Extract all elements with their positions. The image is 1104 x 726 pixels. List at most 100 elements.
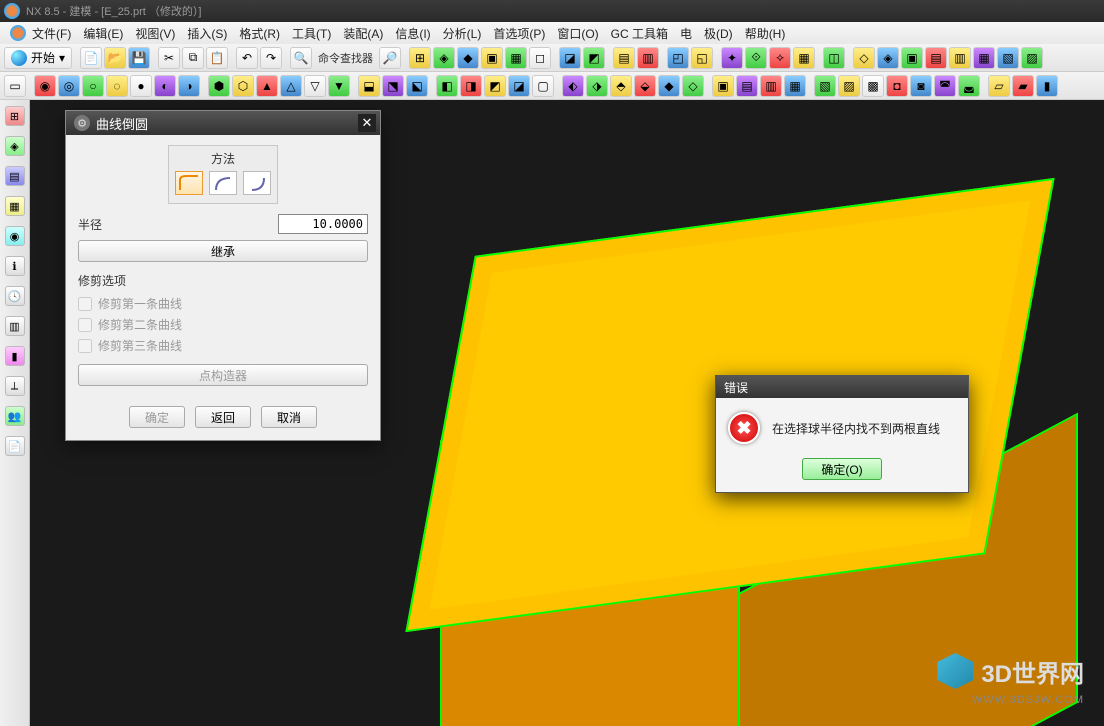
side-feature-icon[interactable]: ⊞ <box>5 106 25 126</box>
t2-39[interactable]: ◛ <box>958 75 980 97</box>
t2-29[interactable]: ▣ <box>712 75 734 97</box>
menu-tools[interactable]: 工具(T) <box>286 25 337 42</box>
t2-27[interactable]: ◆ <box>658 75 680 97</box>
t2-19[interactable]: ◨ <box>460 75 482 97</box>
t2-10[interactable]: ⬡ <box>232 75 254 97</box>
menu-info[interactable]: 信息(I) <box>389 25 436 42</box>
tb-g5[interactable]: ▥ <box>949 47 971 69</box>
tb-b2[interactable]: ◩ <box>583 47 605 69</box>
t2-38[interactable]: ◚ <box>934 75 956 97</box>
menu-file[interactable]: 文件(F) <box>26 25 77 42</box>
t2-7[interactable]: ◐ <box>154 75 176 97</box>
t2-37[interactable]: ◙ <box>910 75 932 97</box>
cancel-button[interactable]: 取消 <box>261 406 317 428</box>
t2-24[interactable]: ⬗ <box>586 75 608 97</box>
tb-e3[interactable]: ⟡ <box>769 47 791 69</box>
t2-40[interactable]: ▱ <box>988 75 1010 97</box>
tb-a4[interactable]: ▣ <box>481 47 503 69</box>
undo-icon[interactable]: ↶ <box>236 47 258 69</box>
t2-26[interactable]: ⬙ <box>634 75 656 97</box>
side-doc-icon[interactable]: 📄 <box>5 436 25 456</box>
t2-42[interactable]: ▮ <box>1036 75 1058 97</box>
menu-view[interactable]: 视图(V) <box>129 25 181 42</box>
method-arc2-icon[interactable] <box>209 171 237 195</box>
tb-e4[interactable]: ▦ <box>793 47 815 69</box>
menu-assembly[interactable]: 装配(A) <box>337 25 389 42</box>
redo-icon[interactable]: ↷ <box>260 47 282 69</box>
t2-5[interactable]: ◌ <box>106 75 128 97</box>
t2-34[interactable]: ▨ <box>838 75 860 97</box>
menu-help[interactable]: 帮助(H) <box>739 25 792 42</box>
new-file-icon[interactable]: 📄 <box>80 47 102 69</box>
tb-e2[interactable]: ⟐ <box>745 47 767 69</box>
t2-25[interactable]: ⬘ <box>610 75 632 97</box>
tb-d2[interactable]: ◱ <box>691 47 713 69</box>
menu-prefs[interactable]: 首选项(P) <box>487 25 551 42</box>
tb-g2[interactable]: ◈ <box>877 47 899 69</box>
method-fillet-icon[interactable] <box>175 171 203 195</box>
tb-c2[interactable]: ▥ <box>637 47 659 69</box>
t2-23[interactable]: ⬖ <box>562 75 584 97</box>
tb-d1[interactable]: ◰ <box>667 47 689 69</box>
t2-28[interactable]: ◇ <box>682 75 704 97</box>
side-table-icon[interactable]: ▥ <box>5 316 25 336</box>
t2-35[interactable]: ▩ <box>862 75 884 97</box>
t2-21[interactable]: ◪ <box>508 75 530 97</box>
t2-33[interactable]: ▧ <box>814 75 836 97</box>
tb-g4[interactable]: ▤ <box>925 47 947 69</box>
t2-1[interactable]: ▭ <box>4 75 26 97</box>
tb-c1[interactable]: ▤ <box>613 47 635 69</box>
menu-insert[interactable]: 插入(S) <box>181 25 233 42</box>
tb-f1[interactable]: ◫ <box>823 47 845 69</box>
tb-g3[interactable]: ▣ <box>901 47 923 69</box>
t2-41[interactable]: ▰ <box>1012 75 1034 97</box>
tb-a3[interactable]: ◆ <box>457 47 479 69</box>
t2-2[interactable]: ◉ <box>34 75 56 97</box>
paste-icon[interactable]: 📋 <box>206 47 228 69</box>
tb-e1[interactable]: ✦ <box>721 47 743 69</box>
t2-6[interactable]: ● <box>130 75 152 97</box>
tb-g6[interactable]: ▦ <box>973 47 995 69</box>
tb-a2[interactable]: ◈ <box>433 47 455 69</box>
radius-input[interactable] <box>278 214 368 234</box>
t2-32[interactable]: ▦ <box>784 75 806 97</box>
menu-edit[interactable]: 编辑(E) <box>77 25 129 42</box>
side-history-icon[interactable]: 🕓 <box>5 286 25 306</box>
t2-8[interactable]: ◑ <box>178 75 200 97</box>
cut-icon[interactable]: ✂ <box>158 47 180 69</box>
menu-format[interactable]: 格式(R) <box>233 25 286 42</box>
t2-15[interactable]: ⬓ <box>358 75 380 97</box>
side-nav-icon[interactable]: ▦ <box>5 196 25 216</box>
tb-g7[interactable]: ▧ <box>997 47 1019 69</box>
t2-36[interactable]: ◘ <box>886 75 908 97</box>
t2-13[interactable]: ▽ <box>304 75 326 97</box>
menu-gctoolbox[interactable]: GC 工具箱 <box>605 25 674 42</box>
side-constraint-icon[interactable]: ⟂ <box>5 376 25 396</box>
t2-30[interactable]: ▤ <box>736 75 758 97</box>
back-button[interactable]: 返回 <box>195 406 251 428</box>
side-color-icon[interactable]: ▮ <box>5 346 25 366</box>
tb-b1[interactable]: ◪ <box>559 47 581 69</box>
copy-icon[interactable]: ⧉ <box>182 47 204 69</box>
inherit-button[interactable]: 继承 <box>78 240 368 262</box>
side-group-icon[interactable]: 👥 <box>5 406 25 426</box>
side-part-icon[interactable]: ◈ <box>5 136 25 156</box>
t2-11[interactable]: ▲ <box>256 75 278 97</box>
t2-17[interactable]: ⬕ <box>406 75 428 97</box>
error-titlebar[interactable]: 错误 <box>716 376 968 398</box>
tb-a6[interactable]: ◻ <box>529 47 551 69</box>
t2-3[interactable]: ◎ <box>58 75 80 97</box>
save-icon[interactable]: 💾 <box>128 47 150 69</box>
t2-9[interactable]: ⬢ <box>208 75 230 97</box>
open-file-icon[interactable]: 📂 <box>104 47 126 69</box>
menu-pole[interactable]: 极(D) <box>698 25 739 42</box>
menu-analysis[interactable]: 分析(L) <box>437 25 488 42</box>
t2-16[interactable]: ⬔ <box>382 75 404 97</box>
menubar[interactable]: 文件(F) 编辑(E) 视图(V) 插入(S) 格式(R) 工具(T) 装配(A… <box>0 22 1104 44</box>
side-info-icon[interactable]: ℹ <box>5 256 25 276</box>
dialog-titlebar[interactable]: ⚙ 曲线倒圆 ✕ <box>66 111 380 135</box>
binoculars-icon[interactable]: 🔍 <box>290 47 312 69</box>
tb-a5[interactable]: ▦ <box>505 47 527 69</box>
t2-18[interactable]: ◧ <box>436 75 458 97</box>
t2-4[interactable]: ○ <box>82 75 104 97</box>
